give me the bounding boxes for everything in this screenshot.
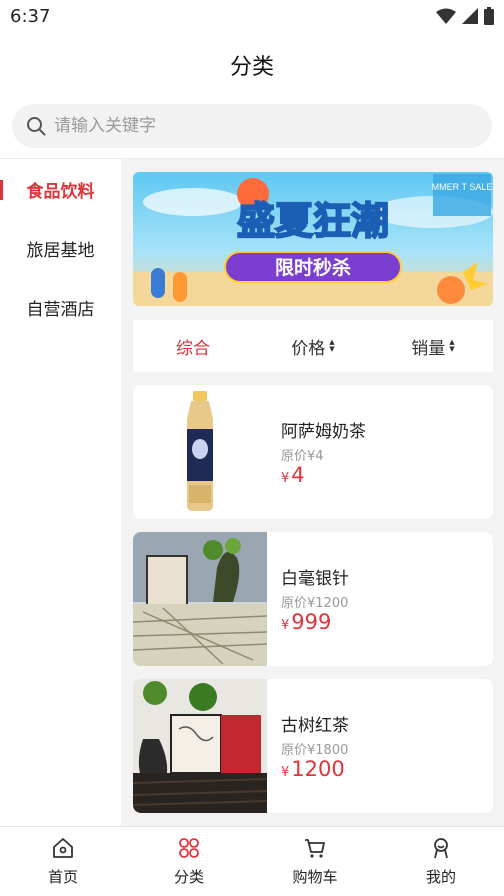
sidebar-item-travel-base[interactable]: 旅居基地: [0, 219, 121, 278]
banner-headline: 盛夏狂潮: [237, 199, 389, 243]
sort-arrows-icon: ▲ ▼: [329, 338, 335, 353]
status-time: 6:37: [10, 6, 51, 27]
search-bar[interactable]: [12, 104, 492, 148]
profile-icon: [434, 838, 448, 859]
battery-icon: [484, 7, 494, 25]
category-icon: [179, 838, 199, 858]
price-value: 4: [291, 463, 305, 487]
product-price: ¥ 999: [281, 610, 331, 634]
product-name: 古树红茶: [281, 716, 349, 736]
search-icon: [27, 117, 46, 136]
tab-label: 首页: [47, 868, 78, 886]
wifi-icon: [436, 8, 456, 24]
bottom-tabbar: 首页 分类 购物车 我的: [0, 826, 504, 896]
product-panel: MMER T SALE 盛夏狂潮 限时秒杀 综合 价格 ▲ ▼ 销量 ▲ ▼ 阿萨姆…: [121, 158, 504, 826]
sidebar-item-label: 旅居基地: [26, 241, 95, 261]
banner-corner-text: MMER T SALE: [432, 182, 493, 192]
black-tea-image: [133, 679, 267, 813]
product-name: 白毫银针: [281, 569, 349, 589]
sort-price[interactable]: 价格 ▲ ▼: [253, 334, 373, 359]
price-value: 999: [291, 610, 332, 634]
sort-bar: 综合 价格 ▲ ▼ 销量 ▲ ▼: [133, 320, 493, 372]
signal-icon: [462, 8, 478, 24]
price-currency: ¥: [281, 765, 290, 780]
product-original-price: 原价¥1800: [281, 743, 349, 758]
sort-composite[interactable]: 综合: [133, 334, 253, 359]
product-original-price: 原价¥1200: [281, 596, 349, 611]
page-title: 分类: [229, 55, 274, 80]
price-currency: ¥: [281, 471, 290, 486]
sidebar-item-label: 食品饮料: [26, 182, 95, 202]
sort-label: 销量: [411, 338, 446, 359]
sidebar-item-hotel[interactable]: 自营酒店: [0, 278, 121, 337]
product-original-price: 原价¥4: [281, 449, 324, 464]
sort-label: 综合: [176, 338, 210, 359]
sidebar-item-label: 自营酒店: [26, 300, 95, 320]
category-sidebar: 食品饮料 旅居基地 自营酒店: [0, 158, 121, 826]
status-icons: [436, 7, 494, 25]
tab-label: 分类: [173, 868, 204, 886]
status-bar: 6:37: [0, 0, 504, 34]
sidebar-item-food-drinks[interactable]: 食品饮料: [0, 160, 121, 219]
search-input[interactable]: [54, 116, 454, 136]
product-name: 阿萨姆奶茶: [281, 422, 366, 442]
sort-arrows-icon: ▲ ▼: [449, 338, 455, 353]
banner-subline: 限时秒杀: [275, 256, 351, 279]
sort-label: 价格: [291, 338, 326, 359]
product-card[interactable]: 古树红茶 原价¥1800 ¥ 1200: [133, 679, 493, 813]
tab-profile[interactable]: 我的: [378, 827, 504, 896]
title-bar: 分类: [0, 34, 504, 96]
price-currency: ¥: [281, 618, 290, 633]
product-card[interactable]: 阿萨姆奶茶 原价¥4 ¥ 4: [133, 385, 493, 519]
milk-tea-bottle-image: [133, 385, 267, 519]
tab-category[interactable]: 分类: [126, 827, 252, 896]
price-value: 1200: [291, 757, 345, 781]
product-card[interactable]: 白毫银针 原价¥1200 ¥ 999: [133, 532, 493, 666]
product-price: ¥ 1200: [281, 757, 345, 781]
cart-icon: [305, 839, 325, 858]
tab-label: 购物车: [292, 868, 338, 886]
product-price: ¥ 4: [281, 463, 305, 487]
home-icon: [53, 838, 73, 858]
tab-cart[interactable]: 购物车: [252, 827, 378, 896]
promo-banner-art: MMER T SALE 盛夏狂潮 限时秒杀: [133, 172, 493, 306]
promo-banner[interactable]: MMER T SALE 盛夏狂潮 限时秒杀: [133, 172, 493, 306]
tab-home[interactable]: 首页: [0, 827, 126, 896]
sort-sales[interactable]: 销量 ▲ ▼: [373, 334, 493, 359]
tab-label: 我的: [425, 868, 456, 886]
white-tea-image: [133, 532, 267, 666]
